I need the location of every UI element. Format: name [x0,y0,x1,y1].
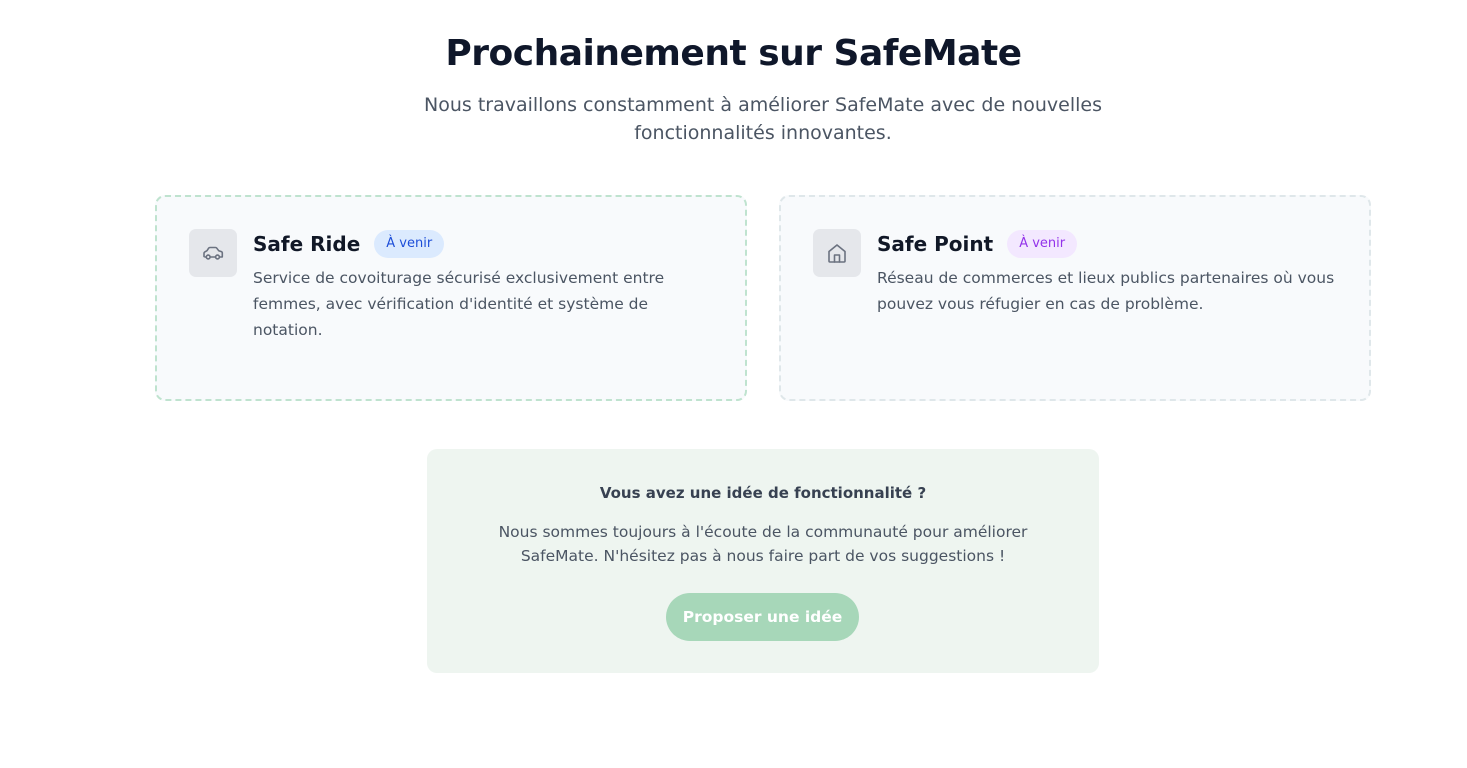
status-badge: À venir [1007,230,1078,258]
status-badge: À venir [374,230,445,258]
feature-description: Service de covoiturage sécurisé exclusiv… [253,269,665,339]
section-title: Prochainement sur SafeMate [445,33,1022,74]
upcoming-features-section: Prochainement sur SafeMate Nous travaill… [0,0,1467,768]
feature-card-safe-point: Safe Point À venir Réseau de commerces e… [779,195,1371,401]
feature-suggestion-box: Vous avez une idée de fonctionnalité ? N… [427,449,1099,673]
feature-title: Safe Ride [253,232,361,256]
feature-description: Réseau de commerces et lieux publics par… [877,269,1335,313]
propose-idea-button[interactable]: Proposer une idée [666,593,859,641]
feature-card-safe-ride: Safe Ride À venir Service de covoiturage… [155,195,747,401]
section-subtitle: Nous travaillons constamment à améliorer… [424,94,1102,144]
suggestion-title: Vous avez une idée de fonctionnalité ? [599,484,927,502]
home-icon [813,229,861,277]
suggestion-text: Nous sommes toujours à l'écoute de la co… [498,523,1028,565]
feature-title: Safe Point [877,232,994,256]
car-icon [189,229,237,277]
